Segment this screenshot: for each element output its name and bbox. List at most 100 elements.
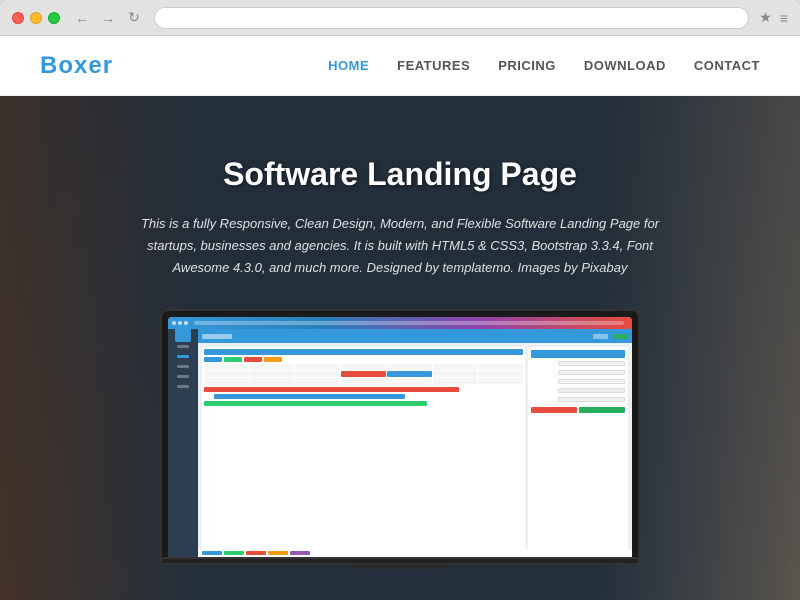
window-controls	[12, 12, 60, 24]
hero-subtitle: This is a fully Responsive, Clean Design…	[140, 213, 660, 279]
screen-cal-btn-3	[244, 357, 262, 362]
screen-field-2	[558, 370, 625, 375]
laptop-stand	[350, 565, 450, 569]
hero-text-block: Software Landing Page This is a fully Re…	[60, 156, 740, 309]
laptop-mockup	[160, 309, 640, 569]
screen-cal-cell	[433, 364, 478, 370]
screen-cal-actions	[204, 357, 523, 362]
screen-cal-cell	[250, 364, 295, 370]
screen-cal-cell	[478, 378, 523, 384]
nav-links: HOME FEATURES PRICING DOWNLOAD CONTACT	[328, 58, 760, 73]
screen-form-row-1	[531, 361, 625, 366]
screen-sidebar-item-3	[168, 359, 198, 369]
screen-dot-2	[178, 321, 182, 325]
screen-sidebar-logo	[168, 329, 198, 339]
close-button[interactable]	[12, 12, 24, 24]
screen-breadcrumb	[202, 334, 232, 339]
screen-sidebar-item-5	[168, 379, 198, 389]
screen-dot-1	[172, 321, 176, 325]
nav-link-contact[interactable]: CONTACT	[694, 58, 760, 73]
nav-link-features[interactable]: FEATURES	[397, 58, 470, 73]
screen-cal-cell	[204, 371, 249, 377]
screen-cal-cell	[387, 378, 432, 384]
screen-field-1	[558, 361, 625, 366]
screen-form-submit-btn	[579, 407, 625, 413]
screen-cal-header	[204, 349, 523, 355]
screen-cal-btn-2	[224, 357, 242, 362]
screen-field-3	[558, 379, 625, 384]
screen-tag-3	[246, 551, 266, 555]
screen-body	[168, 329, 632, 557]
bookmark-icon[interactable]: ★	[759, 9, 772, 26]
screen-cal-cell	[433, 378, 478, 384]
screen-cal-cell	[341, 364, 386, 370]
screen-calendar	[202, 347, 525, 553]
screen-form-fields	[531, 361, 625, 404]
screen-topbar	[168, 317, 632, 329]
browser-actions: ★ ≡	[759, 9, 788, 26]
screen-cal-cell	[250, 378, 295, 384]
minimize-button[interactable]	[30, 12, 42, 24]
screen-cal-cell	[250, 371, 295, 377]
screen-event-3	[204, 401, 427, 406]
screen-form-row-4	[531, 388, 625, 393]
site-navigation: Boxer HOME FEATURES PRICING DOWNLOAD CON…	[0, 36, 800, 96]
screen-form-panel	[528, 347, 628, 553]
laptop-screen-inner	[168, 317, 632, 557]
screen-form-row-3	[531, 379, 625, 384]
screen-sidebar-item-4	[168, 369, 198, 379]
nav-link-home[interactable]: HOME	[328, 58, 369, 73]
screen-tag-2	[224, 551, 244, 555]
screen-event-1	[204, 387, 459, 392]
hero-title: Software Landing Page	[140, 156, 660, 193]
screen-cal-cell	[433, 371, 478, 377]
browser-window: ← → ↻ ★ ≡ Boxer HOME FEATURES PRICING DO…	[0, 0, 800, 600]
screen-header-btn-1	[593, 334, 608, 339]
screen-form-buttons	[531, 407, 625, 413]
screen-header-btn-2	[613, 334, 628, 339]
refresh-button[interactable]: ↻	[124, 8, 144, 28]
screen-cal-cell	[478, 364, 523, 370]
screen-cal-cell	[204, 364, 249, 370]
site-logo[interactable]: Boxer	[40, 52, 113, 80]
menu-icon[interactable]: ≡	[780, 10, 788, 26]
screen-ui	[168, 317, 632, 557]
website-content: Boxer HOME FEATURES PRICING DOWNLOAD CON…	[0, 36, 800, 600]
screen-cal-cell	[341, 378, 386, 384]
screen-tag-5	[290, 551, 310, 555]
forward-button[interactable]: →	[98, 8, 118, 28]
screen-cal-cell	[295, 371, 340, 377]
address-bar[interactable]	[154, 7, 749, 29]
screen-content-area	[198, 343, 632, 557]
maximize-button[interactable]	[48, 12, 60, 24]
screen-cal-cell-highlight	[341, 371, 386, 377]
screen-field-4	[558, 388, 625, 393]
screen-cal-cell	[295, 378, 340, 384]
screen-form-row-5	[531, 397, 625, 402]
screen-event-2	[214, 394, 405, 399]
screen-dot-3	[184, 321, 188, 325]
screen-cal-cell	[295, 364, 340, 370]
hero-section: Software Landing Page This is a fully Re…	[0, 96, 800, 600]
screen-tag-1	[202, 551, 222, 555]
screen-main-content	[198, 329, 632, 557]
screen-sidebar	[168, 329, 198, 557]
screen-cal-cell	[387, 364, 432, 370]
back-button[interactable]: ←	[72, 8, 92, 28]
laptop-screen-outer	[160, 309, 640, 559]
nav-controls: ← → ↻	[72, 8, 144, 28]
screen-form-cancel-btn	[531, 407, 577, 413]
screen-sidebar-item-2	[168, 349, 198, 359]
nav-link-download[interactable]: DOWNLOAD	[584, 58, 666, 73]
screen-cal-btn-1	[204, 357, 222, 362]
screen-tag-4	[268, 551, 288, 555]
nav-link-pricing[interactable]: PRICING	[498, 58, 556, 73]
screen-field-5	[558, 397, 625, 402]
screen-form-row-2	[531, 370, 625, 375]
screen-cal-cell	[478, 371, 523, 377]
browser-titlebar: ← → ↻ ★ ≡	[0, 0, 800, 36]
screen-cal-cell	[204, 378, 249, 384]
screen-events	[204, 387, 523, 406]
screen-panel-title	[531, 350, 625, 358]
screen-address-bar	[194, 321, 624, 325]
